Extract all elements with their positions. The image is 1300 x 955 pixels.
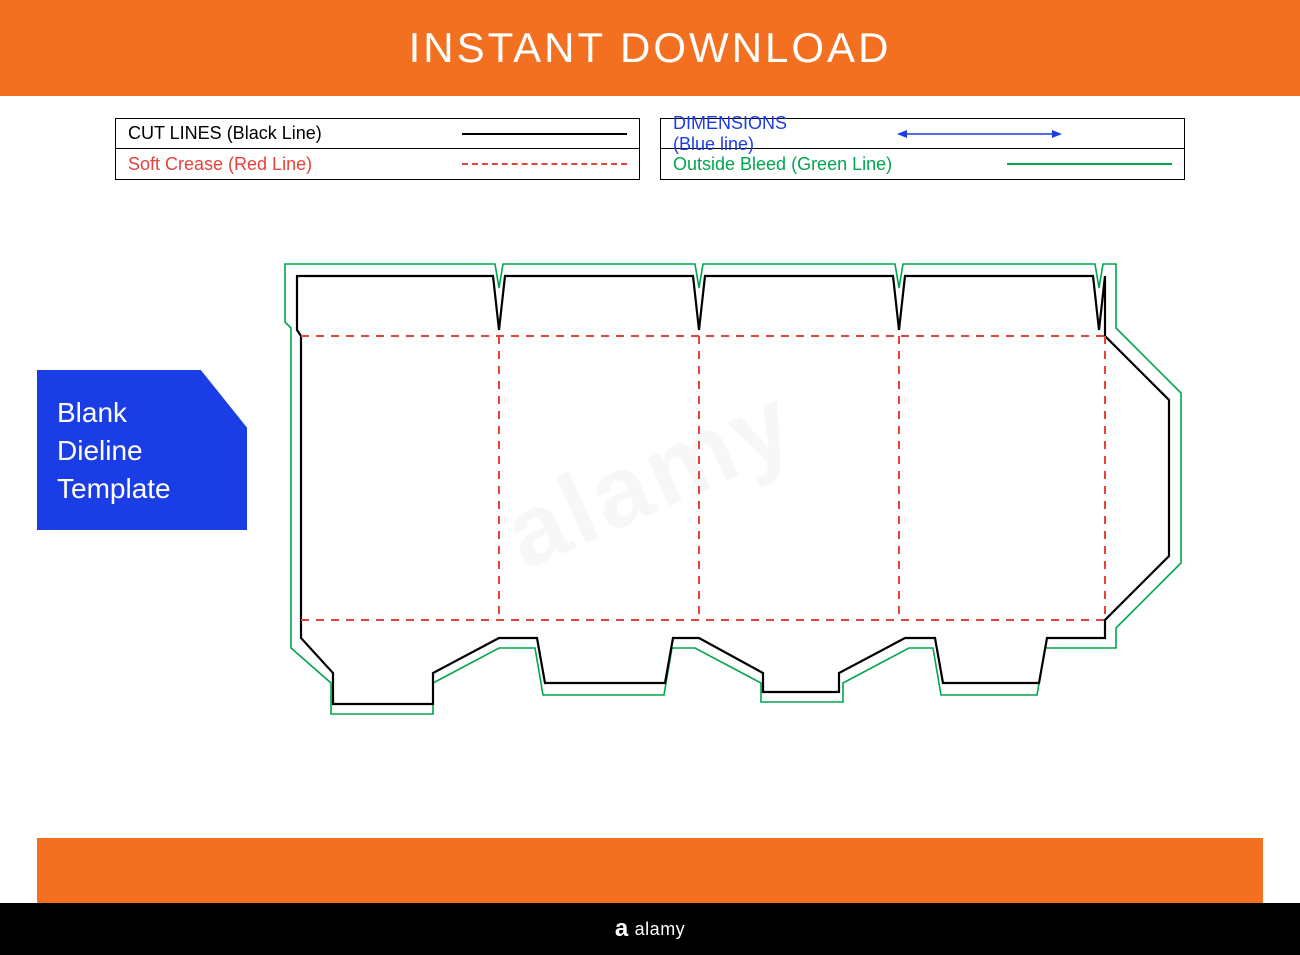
- alamy-logo: a alamy: [615, 915, 685, 943]
- legend-label-dim: DIMENSIONS (Blue line): [673, 113, 787, 155]
- side-label-line2: Dieline: [57, 432, 227, 470]
- solid-black-line-icon: [462, 124, 627, 144]
- legend-dimensions: DIMENSIONS (Blue line): [661, 119, 1184, 149]
- legend: CUT LINES (Black Line) Soft Crease (Red …: [115, 118, 1185, 180]
- side-label-line1: Blank: [57, 394, 227, 432]
- header-title: INSTANT DOWNLOAD: [409, 24, 892, 72]
- alamy-a-icon: a: [615, 915, 629, 943]
- legend-left: CUT LINES (Black Line) Soft Crease (Red …: [115, 118, 640, 180]
- dieline-template: [273, 260, 1193, 750]
- side-label-line3: Template: [57, 470, 227, 508]
- legend-label-crease: Soft Crease (Red Line): [128, 154, 462, 175]
- legend-label-cut: CUT LINES (Black Line): [128, 123, 462, 144]
- side-label-badge: Blank Dieline Template: [37, 370, 247, 530]
- cut-line: [297, 276, 1169, 704]
- solid-green-line-icon: [1007, 154, 1172, 174]
- footer-bar: [37, 838, 1263, 903]
- bottom-bar: a alamy: [0, 903, 1300, 955]
- crease-lines: [301, 336, 1105, 620]
- alamy-brand: alamy: [635, 919, 686, 940]
- legend-right: DIMENSIONS (Blue line) Outside Bleed (Gr…: [660, 118, 1185, 180]
- legend-soft-crease: Soft Crease (Red Line): [116, 149, 639, 179]
- legend-cut-lines: CUT LINES (Black Line): [116, 119, 639, 149]
- double-arrow-blue-icon: [787, 124, 1172, 144]
- dieline-svg: [273, 260, 1193, 750]
- header-bar: INSTANT DOWNLOAD: [0, 0, 1300, 96]
- dashed-red-line-icon: [462, 154, 627, 174]
- legend-label-bleed: Outside Bleed (Green Line): [673, 154, 1007, 175]
- legend-bleed: Outside Bleed (Green Line): [661, 149, 1184, 179]
